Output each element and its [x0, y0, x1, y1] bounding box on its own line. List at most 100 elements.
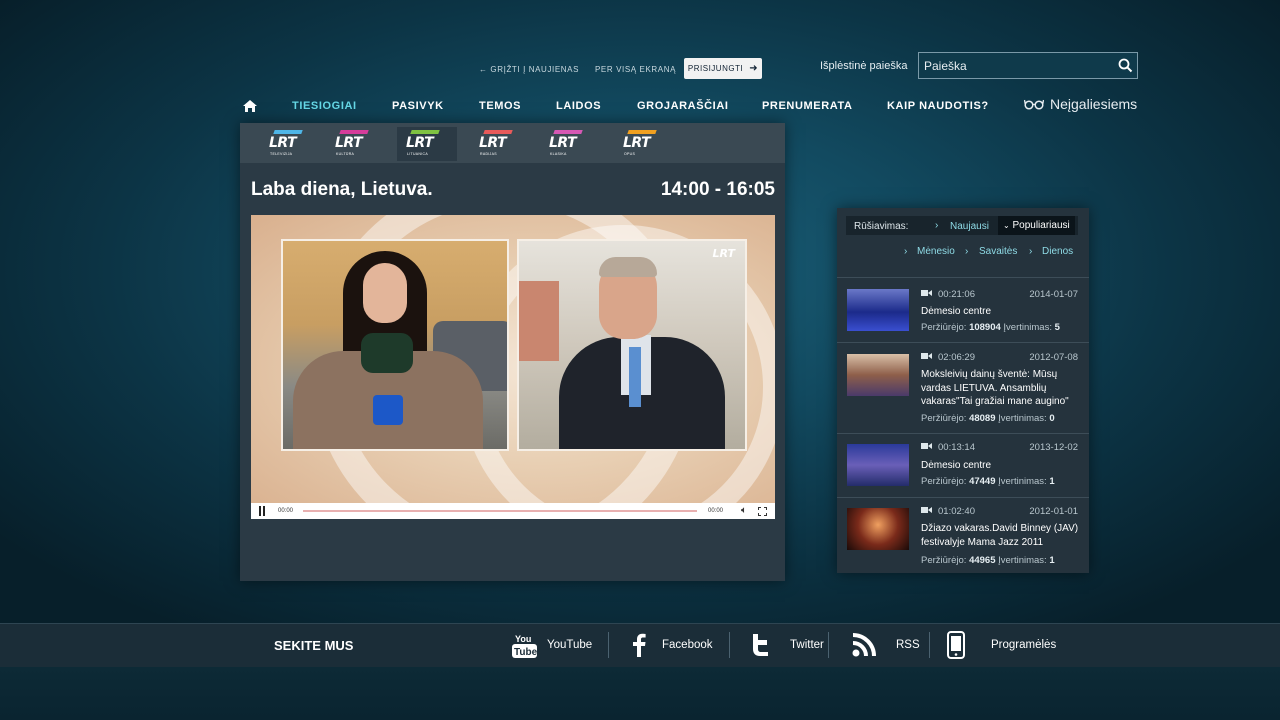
advanced-search-link[interactable]: Išplėstinė paieška [820, 60, 907, 72]
channel-color-bar [553, 130, 583, 134]
list-item[interactable]: 00:13:14 2013-12-02 Dėmesio centre Perži… [837, 434, 1089, 497]
smartphone-icon [947, 631, 965, 659]
twitter-label: Twitter [790, 639, 824, 651]
login-button[interactable]: PRISIJUNGTI ➜ [684, 58, 762, 79]
duration-text: 00:13:14 [938, 442, 975, 454]
list-item[interactable]: 02:06:29 2012-07-08 Moksleivių dainų šve… [837, 343, 1089, 433]
chevron-down-icon: ⌄ [1003, 221, 1010, 230]
sort-popular[interactable]: ⌄ Populiariausi [998, 216, 1075, 235]
back-to-news-link[interactable]: ← GRĮŽTI Į NAUJIENAS [479, 65, 579, 74]
item-date: 2013-12-02 [1029, 442, 1078, 453]
rating-label: Įvertinimas: [998, 476, 1047, 487]
nav-item-live[interactable]: TIESIOGIAI [292, 100, 357, 112]
divider [729, 632, 730, 658]
rating-value: 1 [1049, 476, 1055, 487]
channel-logo: LRT [269, 135, 297, 151]
channel-kultura[interactable]: LRT KULTŪRA [326, 127, 386, 161]
home-icon[interactable] [242, 99, 258, 118]
progress-bar[interactable] [303, 510, 697, 512]
item-date: 2012-07-08 [1029, 352, 1078, 363]
reporter-face [363, 263, 407, 323]
nav-item-playlists[interactable]: GROJARAŠČIAI [637, 100, 729, 112]
item-title: Dėmesio centre [921, 460, 992, 471]
apps-link[interactable]: Programėlės [947, 630, 1056, 660]
sort-popular-label: Populiariausi [1012, 220, 1070, 231]
fullscreen-link[interactable]: PER VISĄ EKRANĄ [595, 65, 676, 74]
video-area[interactable]: LRT [251, 215, 775, 519]
period-day[interactable]: Dienos [1042, 246, 1073, 257]
nav-item-how-to-use[interactable]: KAIP NAUDOTIS? [887, 100, 989, 112]
views-label: Peržiūrėjo: [921, 476, 967, 487]
channel-color-bar [627, 130, 657, 134]
thumbnail [847, 289, 909, 331]
apps-label: Programėlės [991, 639, 1057, 651]
channel-opus[interactable]: LRT OPUS [614, 127, 674, 161]
period-week[interactable]: Savaitės [979, 246, 1017, 257]
nav-item-catch-up[interactable]: PASIVYK [392, 100, 444, 112]
period-month[interactable]: Mėnesio [917, 246, 955, 257]
player-controls: 00:00 00:00 🔈︎ [251, 503, 775, 519]
item-duration: 00:13:14 [921, 442, 975, 453]
search-input[interactable] [919, 57, 1113, 74]
rating-label: Įvertinimas: [1003, 322, 1052, 333]
duration-text: 01:02:40 [938, 506, 975, 518]
list-item[interactable]: 00:21:06 2014-01-07 Dėmesio centre Perži… [837, 278, 1089, 342]
channel-color-bar [483, 130, 513, 134]
list-item[interactable]: 01:02:40 2012-01-01 Džiazo vakaras.David… [837, 498, 1089, 573]
channel-televizija[interactable]: LRT TELEVIZIJA [260, 127, 320, 161]
rating-label: Įvertinimas: [998, 413, 1047, 424]
chevron-right-icon: › [935, 220, 939, 231]
youtube-label: YouTube [547, 639, 593, 651]
current-time: 00:00 [278, 508, 294, 514]
rating-label: Įvertinimas: [998, 555, 1047, 566]
volume-icon[interactable]: 🔈︎ [741, 505, 747, 516]
channel-color-bar [339, 130, 369, 134]
rss-link[interactable]: RSS [852, 630, 920, 660]
search-button[interactable] [1113, 54, 1137, 78]
nav-item-topics[interactable]: TEMOS [479, 100, 521, 112]
channel-radijas[interactable]: LRT RADIJAS [470, 127, 530, 161]
facebook-link[interactable]: Facebook [632, 630, 713, 660]
youtube-link[interactable]: You Tube YouTube [512, 630, 592, 660]
accessibility-label: Neįgaliesiems [1050, 96, 1138, 112]
sort-newest[interactable]: Naujausi [950, 221, 989, 232]
accessibility-link[interactable]: Neįgaliesiems [1024, 96, 1137, 112]
rss-label: RSS [896, 639, 920, 651]
pause-icon[interactable] [259, 506, 265, 516]
player-panel: LRT TELEVIZIJA LRT KULTŪRA LRT LITUANICA… [240, 123, 785, 581]
glasses-icon [1024, 99, 1044, 110]
views-label: Peržiūrėjo: [921, 322, 967, 333]
floor-reflection [0, 667, 1280, 720]
views-count: 108904 [969, 322, 1001, 333]
item-title: Moksleivių dainų šventė: Mūsų vardas LIE… [921, 369, 1069, 407]
item-title: Dėmesio centre [921, 306, 992, 317]
rss-icon [852, 633, 876, 657]
channel-lituanica[interactable]: LRT LITUANICA [397, 127, 457, 161]
anchor-tie [629, 347, 641, 407]
views-count: 44965 [969, 555, 996, 566]
arrow-right-icon: ➜ [749, 63, 759, 74]
show-time: 14:00 - 16:05 [660, 179, 775, 200]
divider [929, 632, 930, 658]
views-label: Peržiūrėjo: [921, 413, 967, 424]
facebook-icon [633, 633, 646, 657]
video-camera-icon [921, 289, 932, 300]
nav-item-subscription[interactable]: PRENUMERATA [762, 100, 853, 112]
channel-bar: LRT TELEVIZIJA LRT KULTŪRA LRT LITUANICA… [240, 123, 785, 163]
item-stats: Peržiūrėjo: 44965 Įvertinimas: 1 [921, 555, 1055, 566]
channel-color-bar [273, 130, 303, 134]
nav-item-shows[interactable]: LAIDOS [556, 100, 601, 112]
channel-logo: LRT [335, 135, 363, 151]
channel-klasika[interactable]: LRT KLASIKA [540, 127, 600, 161]
follow-us-label: SEKITE MUS [274, 638, 354, 653]
channel-name: OPUS [624, 152, 636, 156]
item-date: 2012-01-01 [1029, 506, 1078, 517]
views-label: Peržiūrėjo: [921, 555, 967, 566]
reporter-frame [281, 239, 509, 451]
fullscreen-icon[interactable] [758, 507, 767, 516]
twitter-link[interactable]: Twitter [750, 630, 824, 660]
sort-bar: Rūšiavimas: › Naujausi ⌄ Populiariausi [846, 216, 1078, 235]
chevron-right-icon: › [965, 246, 969, 257]
channel-name: TELEVIZIJA [270, 152, 293, 156]
channel-watermark: LRT [712, 247, 736, 260]
